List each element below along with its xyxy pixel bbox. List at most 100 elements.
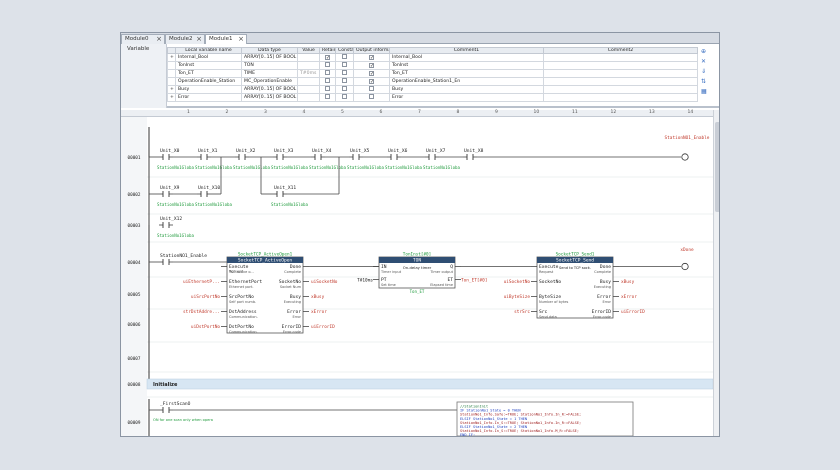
- table-cell[interactable]: TonInst: [175, 61, 242, 70]
- retain-checkbox[interactable]: [325, 70, 330, 75]
- input-variable[interactable]: uiEthernetP...: [183, 279, 220, 285]
- contact-label[interactable]: Unit_X3: [274, 148, 294, 154]
- vertical-scrollbar[interactable]: [713, 110, 719, 436]
- retain-checkbox[interactable]: [325, 62, 330, 67]
- table-cell[interactable]: MC_OperationEnable: [241, 77, 298, 86]
- contact-label[interactable]: _FirstScanO: [160, 401, 191, 407]
- column-header[interactable]: Local variable name: [175, 47, 242, 54]
- table-cell[interactable]: ARRAY[0..15] OF BOOL: [241, 85, 298, 94]
- output-variable[interactable]: xError: [311, 309, 327, 315]
- table-cell[interactable]: [297, 93, 320, 102]
- table-cell[interactable]: [297, 53, 320, 62]
- contact-label[interactable]: StationNO1_Enable: [160, 253, 207, 259]
- tab-module1[interactable]: Module1 ×: [205, 34, 247, 44]
- contact-label[interactable]: Unit_X1: [198, 148, 218, 154]
- table-cell[interactable]: Busy: [175, 85, 242, 94]
- table-cell[interactable]: [543, 53, 698, 62]
- table-cell[interactable]: [297, 61, 320, 70]
- output-variable[interactable]: uiSocketNo: [311, 279, 338, 285]
- table-cell[interactable]: Error: [389, 93, 544, 102]
- table-cell[interactable]: Ton_ET: [175, 69, 242, 78]
- table-row[interactable]: OperationEnable_Station MC_OperationEnabl…: [167, 77, 698, 86]
- table-cell[interactable]: ARRAY[0..15] OF BOOL: [241, 53, 298, 62]
- table-cell[interactable]: T#0ms: [297, 69, 320, 78]
- function-block-instance[interactable]: SocketTCP_Send1: [556, 252, 595, 258]
- input-variable[interactable]: uiDstPortNo: [191, 324, 220, 330]
- table-row[interactable]: Ton_ET TIME T#0ms ✓ Ton_ET: [167, 69, 698, 78]
- table-row[interactable]: + Busy ARRAY[0..15] OF BOOL Busy: [167, 85, 698, 94]
- sort-icon[interactable]: ⇅: [701, 79, 709, 85]
- function-block-instance[interactable]: TonInst[#0]: [403, 252, 431, 258]
- constant-checkbox[interactable]: [342, 62, 347, 67]
- contact-label[interactable]: Unit_X5: [350, 148, 370, 154]
- table-row[interactable]: TonInst TON ✓ TonInst: [167, 61, 698, 70]
- table-cell[interactable]: [297, 85, 320, 94]
- contact-label[interactable]: Unit_X0: [160, 148, 180, 154]
- table-cell[interactable]: ARRAY[0..15] OF BOOL: [241, 93, 298, 102]
- contact-label[interactable]: Unit_X8: [464, 148, 484, 154]
- output-variable[interactable]: uiErrorID: [311, 324, 335, 330]
- table-cell[interactable]: [543, 61, 698, 70]
- output-checkbox[interactable]: ✓: [369, 70, 374, 76]
- coil-label[interactable]: xDone: [680, 247, 694, 253]
- output-variable[interactable]: xBusy: [311, 294, 325, 300]
- retain-checkbox[interactable]: ✓: [325, 54, 330, 60]
- tab-module2[interactable]: Module2 ×: [165, 34, 205, 44]
- close-icon[interactable]: ×: [156, 35, 162, 44]
- close-icon[interactable]: ×: [238, 35, 244, 44]
- table-cell[interactable]: [543, 85, 698, 94]
- contact-label[interactable]: Unit_X11: [274, 185, 296, 191]
- tab-module0[interactable]: Module0 ×: [121, 34, 165, 44]
- input-variable[interactable]: uiByteSize: [504, 294, 531, 300]
- contact-label[interactable]: Unit_X10: [198, 185, 220, 191]
- output-variable[interactable]: Ton_ET[#0]: [461, 278, 487, 284]
- column-header[interactable]: Retain: [319, 47, 336, 54]
- table-row[interactable]: + Internal_Bool ARRAY[0..15] OF BOOL ✓ ✓ Inte…: [167, 53, 698, 62]
- table-cell[interactable]: OperationEnable_Station1_En: [389, 77, 544, 86]
- table-cell[interactable]: [297, 77, 320, 86]
- constant-checkbox[interactable]: [342, 94, 347, 99]
- retain-checkbox[interactable]: [325, 86, 330, 91]
- function-block-instance[interactable]: SocketTCP_ActiveOpen1: [238, 252, 293, 258]
- close-icon[interactable]: ×: [196, 35, 202, 44]
- retain-checkbox[interactable]: [325, 78, 330, 83]
- table-cell[interactable]: [543, 93, 698, 102]
- contact-label[interactable]: Unit_X6: [388, 148, 408, 154]
- output-variable[interactable]: uiErrorID: [621, 309, 645, 315]
- contact-label[interactable]: Unit_X2: [236, 148, 256, 154]
- scroll-thumb[interactable]: [715, 122, 719, 212]
- contact-label[interactable]: Unit_X9: [160, 185, 180, 191]
- delete-icon[interactable]: ✕: [701, 59, 709, 65]
- input-variable[interactable]: uiSrcPortNo: [191, 294, 220, 300]
- table-cell[interactable]: Busy: [389, 85, 544, 94]
- column-header[interactable]: Output information: [353, 47, 390, 54]
- column-header[interactable]: Constant: [335, 47, 354, 54]
- add-icon[interactable]: ⊕: [701, 49, 709, 55]
- output-variable[interactable]: xBusy: [621, 279, 635, 285]
- table-cell[interactable]: TonInst: [389, 61, 544, 70]
- table-row[interactable]: + Error ARRAY[0..15] OF BOOL Error: [167, 93, 698, 102]
- output-checkbox[interactable]: ✓: [369, 78, 374, 84]
- move-down-icon[interactable]: ⇓: [701, 69, 709, 75]
- output-checkbox[interactable]: ✓: [369, 54, 374, 60]
- section-header[interactable]: [146, 378, 713, 390]
- table-cell[interactable]: [543, 69, 698, 78]
- table-icon[interactable]: ▦: [701, 89, 709, 95]
- constant-checkbox[interactable]: [342, 78, 347, 83]
- retain-checkbox[interactable]: [325, 94, 330, 99]
- input-variable[interactable]: strSrc: [514, 309, 530, 315]
- contact-label[interactable]: Unit_X4: [312, 148, 332, 154]
- constant-checkbox[interactable]: [342, 54, 347, 59]
- contact-label[interactable]: Unit_X12: [160, 216, 182, 222]
- output-checkbox[interactable]: [369, 94, 374, 99]
- table-cell[interactable]: Internal_Bool: [175, 53, 242, 62]
- constant-checkbox[interactable]: [342, 86, 347, 91]
- output-checkbox[interactable]: ✓: [369, 62, 374, 68]
- table-cell[interactable]: Internal_Bool: [389, 53, 544, 62]
- output-variable[interactable]: xError: [621, 294, 637, 300]
- output-coil[interactable]: [681, 153, 689, 161]
- table-cell[interactable]: TIME: [241, 69, 298, 78]
- table-cell[interactable]: OperationEnable_Station: [175, 77, 242, 86]
- coil-label[interactable]: StationNO1_Enable: [665, 135, 710, 141]
- table-cell[interactable]: Error: [175, 93, 242, 102]
